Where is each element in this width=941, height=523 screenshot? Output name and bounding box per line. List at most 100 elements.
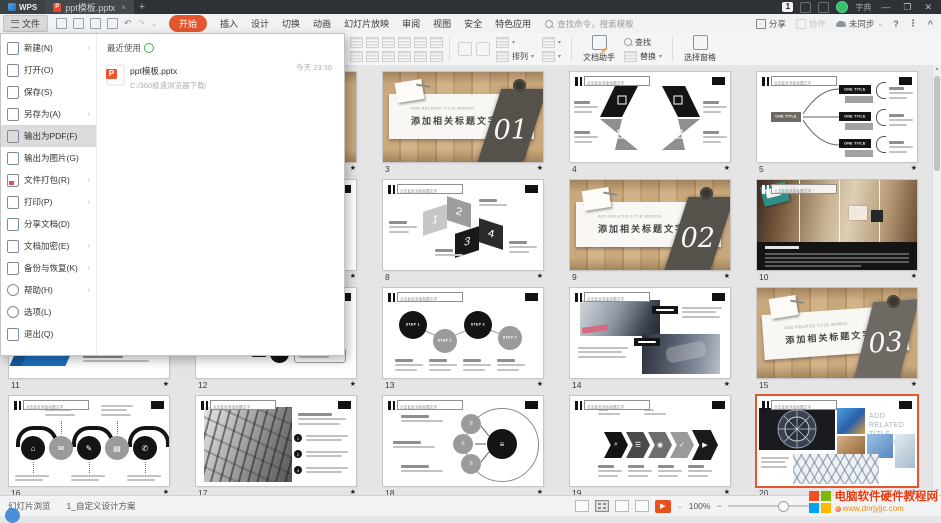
menu-item-file-package[interactable]: 文件打包(R)› — [1, 169, 96, 191]
slide-thumbnail-19[interactable]: 点击此处添加标题文字 ⌕ ☰ ◉ ✓ ▶ 19★ — [570, 396, 757, 495]
sync-status-button[interactable]: 未同步⌄ — [836, 18, 883, 30]
wps-logo[interactable]: WPS — [0, 0, 45, 14]
scroll-up-icon[interactable]: ▲ — [933, 66, 941, 72]
effects-button-disabled: ▾ — [542, 51, 561, 62]
tab-slideshow[interactable]: 幻灯片放映 — [344, 17, 389, 30]
zoom-slider-knob[interactable] — [778, 501, 789, 512]
tab-insert[interactable]: 插入 — [220, 17, 238, 30]
share-doc-icon — [7, 218, 19, 231]
menu-item-encrypt[interactable]: 文档加密(E)› — [1, 235, 96, 257]
share-button[interactable]: 分享 — [756, 18, 786, 30]
slide-9-art: ADD RELATED TITLE WORDS 添加相关标题文字 02 — [570, 180, 730, 270]
minimize-button[interactable]: — — [878, 2, 893, 12]
scrollbar-thumb[interactable] — [934, 76, 940, 171]
print-preview-icon[interactable] — [107, 18, 118, 29]
play-options-caret-icon[interactable]: ⌄ — [677, 502, 683, 510]
animation-star-icon: ★ — [911, 164, 917, 174]
restore-button[interactable]: ❐ — [900, 2, 914, 13]
tab-close-icon[interactable]: × — [121, 3, 126, 12]
submenu-arrow-icon: › — [88, 177, 90, 184]
cloud-icon — [836, 21, 846, 27]
tab-special-features[interactable]: 特色应用 — [495, 17, 531, 30]
vertical-scrollbar[interactable]: ▲ ▼ — [932, 65, 941, 495]
export-image-icon — [7, 152, 19, 165]
slide-sorter-view-button[interactable] — [595, 500, 609, 512]
slide-thumbnail-4[interactable]: 点击此处添加标题文字 4★ — [570, 72, 757, 180]
save-icon[interactable] — [56, 18, 67, 29]
slide-number: 8 — [385, 272, 390, 282]
slide-thumbnail-13[interactable]: 点击此处添加标题文字 STEP 1 STEP 2 STEP 3 STEP 4 1… — [383, 288, 570, 396]
undo-icon[interactable]: ↶ — [124, 18, 132, 29]
find-button[interactable]: 查找 — [624, 37, 662, 48]
slide-thumbnail-3[interactable]: ADD RELATED TITLE WORDS 添加相关标题文字 01 3★ — [383, 72, 570, 180]
more-menu-button[interactable]: ⋮ — [909, 18, 918, 29]
slide-thumbnail-17[interactable]: 点击此处添加标题文字 1 2 3 17★ — [196, 396, 383, 495]
quick-access-toolbar: ↶ ↷ ⌄ — [56, 18, 157, 29]
design-scheme-label[interactable]: 1_自定义设计方案 — [67, 500, 136, 512]
tab-transitions[interactable]: 切换 — [282, 17, 300, 30]
file-menu-button[interactable]: 文件 — [3, 15, 48, 32]
menu-item-backup-restore[interactable]: 备份与恢复(K)› — [1, 257, 96, 279]
notification-bell-icon[interactable] — [800, 2, 811, 13]
doc-assistant-button[interactable]: 文档助手 — [583, 35, 615, 63]
tab-animations[interactable]: 动画 — [313, 17, 331, 30]
slide-thumbnail-15[interactable]: ADD RELATED TITLE WORDS 添加相关标题文字 03 15★ — [757, 288, 933, 396]
normal-view-button[interactable] — [575, 500, 589, 512]
menu-item-share-doc[interactable]: 分享文档(D) — [1, 213, 96, 235]
command-search[interactable]: 查找命令，搜索模板 — [545, 18, 634, 30]
slide-number: 19 — [572, 488, 581, 495]
help-button[interactable]: ? — [893, 19, 899, 29]
print-icon[interactable] — [90, 18, 101, 29]
slide-thumbnail-8[interactable]: 点击此处添加标题文字 1 2 3 4 8★ — [383, 180, 570, 288]
assistant-bubble[interactable] — [5, 508, 20, 523]
menu-item-open[interactable]: 打开(O) — [1, 59, 96, 81]
menu-item-options[interactable]: 选项(L) — [1, 301, 96, 323]
slide-thumbnail-18[interactable]: 点击此处添加标题文字 ≡ ≡ ≡ ≡ 18★ — [383, 396, 570, 495]
zoom-out-button[interactable]: − — [716, 501, 721, 511]
close-button[interactable]: ✕ — [921, 2, 935, 13]
workspace-badge[interactable]: 1 — [782, 2, 793, 12]
menu-item-export-pdf[interactable]: 输出为PDF(F) — [1, 125, 96, 147]
reading-view-button[interactable] — [615, 500, 629, 512]
slide-thumbnail-10[interactable]: 点击此处添加标题文字 10★ — [757, 180, 933, 288]
outline-view-button[interactable] — [635, 500, 649, 512]
menu-item-export-image[interactable]: 输出为图片(G) — [1, 147, 96, 169]
replace-button[interactable]: 替换▾ — [624, 51, 662, 62]
slide-thumbnail-16[interactable]: 点击此处添加标题文字 ⌂ ✉ ✎ ▤ ✆ 16★ — [9, 396, 196, 495]
tab-view[interactable]: 视图 — [433, 17, 451, 30]
menu-item-help[interactable]: 帮助(H)› — [1, 279, 96, 301]
printer-icon — [7, 196, 19, 209]
animation-star-icon: ★ — [163, 380, 169, 390]
tab-security[interactable]: 安全 — [464, 17, 482, 30]
arrange-button[interactable]: 排列▾ — [496, 51, 534, 62]
sync-caret-icon: ⌄ — [877, 20, 883, 28]
selection-pane-button[interactable]: 选择窗格 — [684, 35, 716, 63]
tab-review[interactable]: 审阅 — [402, 17, 420, 30]
slide-number: 4 — [572, 164, 577, 174]
menu-item-exit[interactable]: 退出(Q) — [1, 323, 96, 345]
favorite-star-icon[interactable] — [818, 2, 829, 13]
slideshow-play-button[interactable]: ▶ — [655, 500, 671, 513]
menu-item-save-as[interactable]: 另存为(A)› — [1, 103, 96, 125]
file-menu-list: 新建(N)› 打开(O) 保存(S) 另存为(A)› 输出为PDF(F) 输出为… — [1, 34, 97, 355]
slide-thumbnail-9[interactable]: ADD RELATED TITLE WORDS 添加相关标题文字 02 9★ — [570, 180, 757, 288]
menu-item-new[interactable]: 新建(N)› — [1, 37, 96, 59]
collapse-ribbon-button[interactable]: ^ — [928, 19, 933, 29]
slide-thumbnail-5[interactable]: 点击此处添加标题文字 ONE TITLE ONE TITLE ONE TITLE… — [757, 72, 933, 180]
zoom-percentage[interactable]: 100% — [689, 501, 711, 511]
slide-eyebrow-text: ADD RELATED TITLE WORDS — [411, 107, 474, 111]
slide-thumbnail-20-selected[interactable]: 点击此处添加标题文字 ADD RELATED TITLE WORDS — [757, 396, 933, 495]
customize-toolbar-caret-icon[interactable]: ⌄ — [151, 20, 157, 28]
tab-home[interactable]: 开始 — [169, 15, 207, 32]
document-tab[interactable]: P ppt模板.pptx × — [45, 0, 134, 14]
slide-number: 9 — [572, 272, 577, 282]
slide-17-art: 点击此处添加标题文字 1 2 3 — [196, 396, 356, 486]
user-avatar[interactable] — [836, 1, 848, 13]
slide-14-art: 点击此处添加标题文字 — [570, 288, 730, 378]
menu-item-print[interactable]: 打印(P)› — [1, 191, 96, 213]
menu-item-save[interactable]: 保存(S) — [1, 81, 96, 103]
new-tab-button[interactable]: + — [134, 1, 150, 13]
export-icon[interactable] — [73, 18, 84, 29]
tab-design[interactable]: 设计 — [251, 17, 269, 30]
slide-thumbnail-14[interactable]: 点击此处添加标题文字 14★ — [570, 288, 757, 396]
